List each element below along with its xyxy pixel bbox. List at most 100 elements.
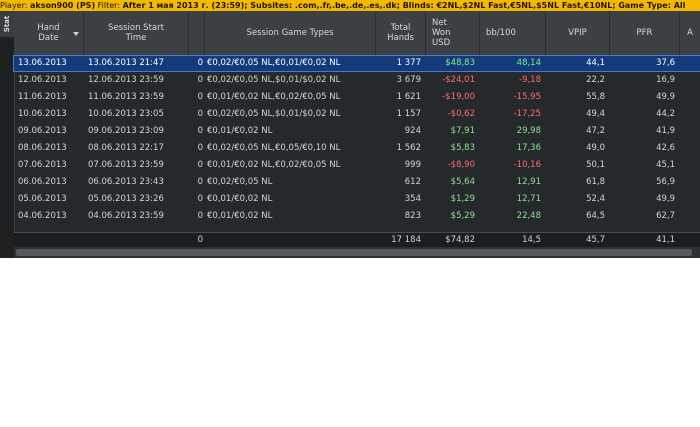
cell-session-start: 11.06.2013 23:59 <box>88 92 164 102</box>
cell-net-won: -$8,90 <box>447 160 475 170</box>
cell-zero: 0 <box>197 126 203 136</box>
column-header-hand-date-line1: Hand <box>37 23 60 33</box>
cell-pfr: 16,9 <box>656 75 675 85</box>
cell-bb100: -15,95 <box>513 92 541 102</box>
table-row[interactable]: 08.06.2013 08.06.2013 22:17 0 €0,02/€0,0… <box>14 141 700 156</box>
cell-total-hands: 1 621 <box>396 92 421 102</box>
table-row[interactable]: 05.06.2013 05.06.2013 23:26 0 €0,01/€0,0… <box>14 192 700 207</box>
stat-side-tab-label: Stat <box>3 15 11 33</box>
cell-game-types: €0,01/€0,02 NL,€0,02/€0,05 NL <box>207 92 341 102</box>
cell-bb100: -10,16 <box>513 160 541 170</box>
cell-session-start: 10.06.2013 23:05 <box>88 109 164 119</box>
cell-session-start: 12.06.2013 23:59 <box>88 75 164 85</box>
stat-side-tab[interactable]: Stat <box>0 11 15 37</box>
cell-bb100: -9,18 <box>519 75 541 85</box>
column-header-bb100[interactable]: bb/100 <box>480 11 546 55</box>
horizontal-scrollbar[interactable] <box>14 247 700 258</box>
cell-game-types: €0,02/€0,05 NL,€0,05/€0,10 NL <box>207 143 341 153</box>
cell-net-won: $5,83 <box>450 143 475 153</box>
cell-zero: 0 <box>197 177 203 187</box>
table-row[interactable]: 04.06.2013 04.06.2013 23:59 0 €0,01/€0,0… <box>14 209 700 224</box>
cell-vpip: 44,1 <box>586 58 605 68</box>
cell-net-won: -$24,01 <box>442 75 475 85</box>
cell-net-won: $48,83 <box>445 58 475 68</box>
column-header-vpip[interactable]: VPIP <box>546 11 610 55</box>
total-bb100: 14,5 <box>522 235 541 245</box>
cell-session-start: 06.06.2013 23:43 <box>88 177 164 187</box>
table-row[interactable]: 09.06.2013 09.06.2013 23:09 0 €0,01/€0,0… <box>14 124 700 139</box>
cell-total-hands: 1 377 <box>396 58 421 68</box>
total-hands: 17 184 <box>391 235 421 245</box>
cell-total-hands: 1 562 <box>396 143 421 153</box>
scrollbar-thumb[interactable] <box>16 249 692 256</box>
cell-total-hands: 1 157 <box>396 109 421 119</box>
column-header-total-hands-line1: Total <box>390 23 411 33</box>
total-vpip: 45,7 <box>586 235 605 245</box>
filter-bar[interactable]: Player: akson900 (PS) Filter: After 1 ма… <box>0 0 700 11</box>
cell-total-hands: 999 <box>404 160 421 170</box>
cell-pfr: 45,1 <box>656 160 675 170</box>
table-row[interactable]: 12.06.2013 12.06.2013 23:59 0 €0,02/€0,0… <box>14 73 700 88</box>
column-header-session-start-line2: Time <box>125 33 147 43</box>
cell-zero: 0 <box>197 160 203 170</box>
cell-game-types: €0,02/€0,05 NL,$0,01/$0,02 NL <box>207 109 341 119</box>
table-row[interactable]: 13.06.2013 13.06.2013 21:47 0 €0,02/€0,0… <box>13 55 700 72</box>
column-header-pfr[interactable]: PFR <box>610 11 680 55</box>
cell-hand-date: 09.06.2013 <box>18 126 67 136</box>
cell-zero: 0 <box>197 109 203 119</box>
column-header-net-won-line2: Won <box>432 28 451 38</box>
cell-game-types: €0,02/€0,05 NL <box>207 177 273 187</box>
cell-vpip: 47,2 <box>586 126 605 136</box>
column-header-hand-date-line2: Date <box>38 33 59 43</box>
column-header-total-hands[interactable]: Total Hands <box>376 11 426 55</box>
cell-vpip: 49,4 <box>586 109 605 119</box>
cell-pfr: 41,9 <box>656 126 675 136</box>
table-row[interactable]: 06.06.2013 06.06.2013 23:43 0 €0,02/€0,0… <box>14 175 700 190</box>
cell-pfr: 62,7 <box>656 211 675 221</box>
cell-net-won: -$19,00 <box>442 92 475 102</box>
cell-pfr: 49,9 <box>656 194 675 204</box>
table-row[interactable]: 10.06.2013 10.06.2013 23:05 0 €0,02/€0,0… <box>14 107 700 122</box>
cell-session-start: 08.06.2013 22:17 <box>88 143 164 153</box>
cell-hand-date: 08.06.2013 <box>18 143 67 153</box>
table-row[interactable]: 11.06.2013 11.06.2013 23:59 0 €0,01/€0,0… <box>14 90 700 105</box>
cell-session-start: 13.06.2013 21:47 <box>88 58 164 68</box>
column-header-net-won-line3: USD <box>432 38 451 48</box>
cell-hand-date: 04.06.2013 <box>18 211 67 221</box>
column-header-net-won-line1: Net <box>432 18 447 28</box>
column-header-game-types-label: Session Game Types <box>246 28 334 38</box>
cell-zero: 0 <box>197 58 203 68</box>
cell-bb100: 12,71 <box>516 194 541 204</box>
table-row[interactable]: 07.06.2013 07.06.2013 23:59 0 €0,01/€0,0… <box>14 158 700 173</box>
column-header-blank[interactable] <box>189 11 205 55</box>
cell-game-types: €0,02/€0,05 NL,$0,01/$0,02 NL <box>207 75 341 85</box>
cell-pfr: 42,6 <box>656 143 675 153</box>
cell-hand-date: 07.06.2013 <box>18 160 67 170</box>
column-header-bb100-label: bb/100 <box>486 28 516 38</box>
cell-vpip: 49,0 <box>586 143 605 153</box>
cell-net-won: $7,91 <box>450 126 475 136</box>
cell-net-won: -$0,62 <box>447 109 475 119</box>
cell-pfr: 49,9 <box>656 92 675 102</box>
cell-total-hands: 823 <box>404 211 421 221</box>
cell-session-start: 07.06.2013 23:59 <box>88 160 164 170</box>
cell-pfr: 37,6 <box>656 58 675 68</box>
cell-vpip: 52,4 <box>586 194 605 204</box>
column-header-net-won[interactable]: Net Won USD <box>426 11 480 55</box>
cell-pfr: 44,2 <box>656 109 675 119</box>
cell-net-won: $5,64 <box>450 177 475 187</box>
cell-bb100: 17,36 <box>516 143 541 153</box>
filter-label: Filter: <box>97 1 121 10</box>
cell-net-won: $1,29 <box>450 194 475 204</box>
cell-vpip: 64,5 <box>586 211 605 221</box>
column-header-extra[interactable]: A <box>680 11 700 55</box>
cell-pfr: 56,9 <box>656 177 675 187</box>
cell-vpip: 55,8 <box>586 92 605 102</box>
column-header-hand-date[interactable]: Hand Date <box>14 11 84 55</box>
column-header-session-start[interactable]: Session Start Time <box>84 11 189 55</box>
cell-total-hands: 924 <box>404 126 421 136</box>
cell-session-start: 04.06.2013 23:59 <box>88 211 164 221</box>
cell-vpip: 61,8 <box>586 177 605 187</box>
column-header-game-types[interactable]: Session Game Types <box>205 11 376 55</box>
player-label: Player: <box>0 1 28 10</box>
